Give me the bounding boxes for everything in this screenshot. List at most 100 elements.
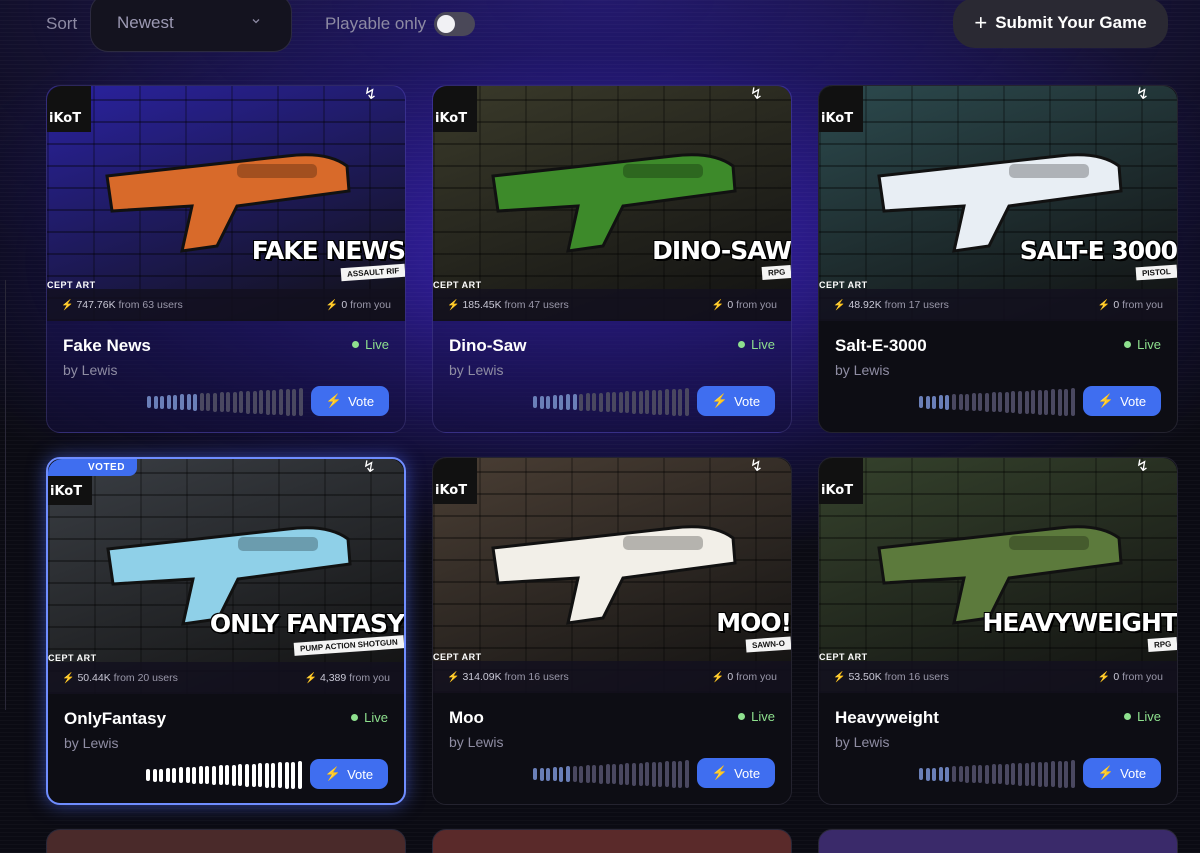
vote-button[interactable]: ⚡ Vote <box>697 386 775 416</box>
bolt-icon: ⚡ <box>1097 300 1111 311</box>
vote-meter-bar <box>533 396 537 408</box>
game-author[interactable]: by Lewis <box>64 735 166 751</box>
game-thumbnail[interactable]: iKoT ↯ CEPT ART SALT-E 3000 PISTOL ⚡ 48.92K fr… <box>819 86 1177 321</box>
vote-meter-bar <box>1024 390 1029 414</box>
vote-meter-bar <box>1031 762 1036 786</box>
vote-meter-bar <box>919 396 923 408</box>
game-thumbnail[interactable]: iKoT ↯ CEPT ART ONLY FANTASY PUMP ACTION SHO… <box>48 459 404 694</box>
art-title: ONLY FANTASY <box>209 609 404 638</box>
game-title[interactable]: Heavyweight <box>835 708 939 728</box>
vote-meter-bar <box>618 763 623 785</box>
total-votes-users: from 47 users <box>504 299 569 311</box>
vote-meter-bar <box>998 764 1003 784</box>
vote-meter[interactable] <box>533 388 693 416</box>
vote-meter-bar <box>225 765 230 785</box>
vote-meter-bar <box>1070 388 1075 416</box>
vote-meter-bar <box>292 388 297 416</box>
vote-button[interactable]: ⚡ Vote <box>1083 386 1161 416</box>
vote-meter-bar <box>566 394 570 410</box>
vote-meter-bar <box>180 394 184 410</box>
vote-meter-bar <box>239 391 244 413</box>
game-card[interactable]: iKoT ↯ CEPT ART ONLY FANTASY PUMP ACTION SHO… <box>46 457 406 805</box>
game-author[interactable]: by Lewis <box>63 362 151 378</box>
vote-meter[interactable] <box>919 388 1079 416</box>
vote-meter-bar <box>665 389 669 415</box>
game-thumbnail[interactable]: iKoT ↯ CEPT ART FAKE NEWS ASSAULT RIF ⚡ 747.76… <box>47 86 405 321</box>
vote-button[interactable]: ⚡ Vote <box>310 759 388 789</box>
bolt-icon: ⚡ <box>62 673 75 684</box>
game-thumbnail[interactable]: iKoT ↯ CEPT ART MOO! SAWN-O ⚡ 314.09K from 16 … <box>433 458 791 693</box>
game-card-partial[interactable] <box>818 829 1178 853</box>
vote-meter-bar <box>1018 762 1022 786</box>
vote-meter[interactable] <box>146 761 306 789</box>
vote-meter-bar <box>1057 760 1062 788</box>
vote-meter-bar <box>998 392 1003 412</box>
game-card[interactable]: iKoT ↯ CEPT ART MOO! SAWN-O ⚡ 314.09K from 16 … <box>432 457 792 805</box>
game-card[interactable]: iKoT ↯ CEPT ART SALT-E 3000 PISTOL ⚡ 48.92K fr… <box>818 85 1178 433</box>
total-votes-users: from 63 users <box>118 299 183 311</box>
studio-logo: iKoT <box>819 86 863 132</box>
stats-bar: ⚡ 48.92K from 17 users ⚡ 0 from you <box>819 289 1177 321</box>
vote-meter-bar <box>205 766 210 784</box>
vote-meter-bar <box>971 765 976 783</box>
game-title[interactable]: Moo <box>449 708 503 728</box>
vote-meter-bar <box>978 765 983 783</box>
vote-meter-bar <box>938 395 943 409</box>
vote-meter-bar <box>965 393 970 411</box>
game-card-partial[interactable] <box>46 829 406 853</box>
game-card[interactable]: iKoT ↯ CEPT ART FAKE NEWS ASSAULT RIF ⚡ 747.76… <box>46 85 406 433</box>
game-card-partial[interactable] <box>432 829 792 853</box>
vote-meter-bar <box>552 767 557 781</box>
vote-meter-bar <box>185 767 190 783</box>
vote-meter-bar <box>651 389 656 415</box>
vote-meter-bar <box>1064 388 1069 416</box>
vote-meter[interactable] <box>919 760 1079 788</box>
vote-meter-bar <box>159 768 164 782</box>
studio-logo: iKoT <box>819 458 863 504</box>
vote-meter-bar <box>599 764 603 784</box>
status-label: Live <box>1137 337 1161 352</box>
game-title[interactable]: OnlyFantasy <box>64 709 166 729</box>
game-title[interactable]: Fake News <box>63 336 151 356</box>
vote-meter-bar <box>638 762 643 786</box>
vote-meter-bar <box>579 765 584 783</box>
sort-dropdown[interactable]: Newest <box>90 0 292 52</box>
vote-meter-bar <box>985 392 989 412</box>
game-card[interactable]: iKoT ↯ CEPT ART HEAVYWEIGHT RPG ⚡ 53.50K from … <box>818 457 1178 805</box>
vote-button[interactable]: ⚡ Vote <box>1083 758 1161 788</box>
game-card[interactable]: iKoT ↯ CEPT ART DINO-SAW RPG ⚡ 185.45K from 47… <box>432 85 792 433</box>
playable-only-toggle[interactable] <box>434 12 475 36</box>
total-votes-value: 747.76K <box>76 299 119 311</box>
vote-meter-bar <box>539 767 544 781</box>
vote-label: Vote <box>1120 765 1147 781</box>
total-votes-users: from 16 users <box>504 671 569 683</box>
game-author[interactable]: by Lewis <box>835 362 927 378</box>
vote-meter-bar <box>272 389 277 415</box>
vote-meter[interactable] <box>147 388 307 416</box>
vote-meter-bar <box>1031 390 1036 414</box>
bolt-icon: ⚡ <box>447 300 460 311</box>
vote-meter-bar <box>1051 389 1055 415</box>
vote-meter[interactable] <box>533 760 693 788</box>
game-author[interactable]: by Lewis <box>449 362 526 378</box>
game-author[interactable]: by Lewis <box>835 734 939 750</box>
vote-button[interactable]: ⚡ Vote <box>697 758 775 788</box>
vote-button[interactable]: ⚡ Vote <box>311 386 389 416</box>
bolt-icon: ⚡ <box>833 672 846 683</box>
live-dot-icon <box>738 713 746 720</box>
vote-meter-bar <box>559 766 564 782</box>
stats-bar: ⚡ 747.76K from 63 users ⚡ 0 from you <box>47 289 405 321</box>
status-label: Live <box>364 710 388 725</box>
submit-game-button[interactable]: + Submit Your Game <box>953 0 1168 48</box>
game-thumbnail[interactable]: iKoT ↯ CEPT ART HEAVYWEIGHT RPG ⚡ 53.50K from … <box>819 458 1177 693</box>
vote-meter-bar <box>572 766 577 782</box>
vote-meter-bar <box>618 391 623 413</box>
game-title[interactable]: Dino-Saw <box>449 336 526 356</box>
game-thumbnail[interactable]: iKoT ↯ CEPT ART DINO-SAW RPG ⚡ 185.45K from 47… <box>433 86 791 321</box>
bolt-icon: ⚡ <box>304 673 317 684</box>
game-author[interactable]: by Lewis <box>449 734 503 750</box>
vote-meter-bar <box>1051 761 1055 787</box>
vote-meter-bar <box>193 393 198 411</box>
vote-meter-bar <box>585 765 590 783</box>
game-title[interactable]: Salt-E-3000 <box>835 336 927 356</box>
